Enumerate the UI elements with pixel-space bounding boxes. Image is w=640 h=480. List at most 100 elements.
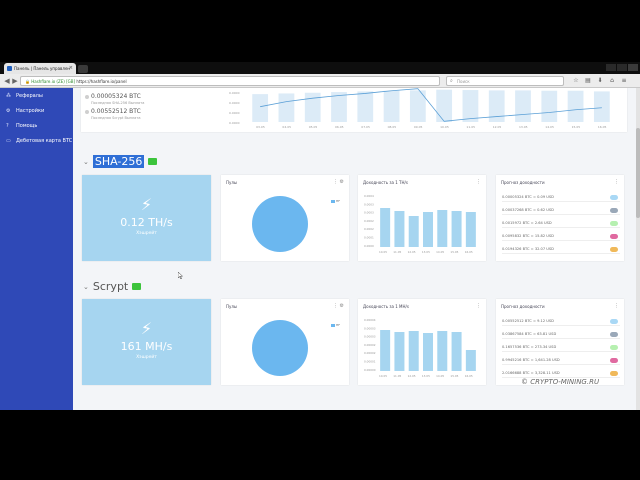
panel-menu-icon[interactable]: ⋮ [476,303,481,309]
panel-title: Прогноз доходности [501,304,545,309]
pool-pie-chart [252,196,308,252]
period-badge [610,233,618,239]
sidebar-item-label: Рефералы [16,93,43,99]
scrollbar-thumb[interactable] [636,128,640,218]
pool-pie-chart [252,320,308,376]
section-title-scrypt[interactable]: ⌄ Scrypt [83,280,142,293]
payout-bar [331,92,347,122]
x-tick-label: 15.05 [450,374,458,378]
back-icon[interactable]: ◀ [3,77,11,85]
reading-list-icon[interactable]: ▤ [584,77,592,85]
sidebar-item-referrals[interactable]: ⁂ Рефералы [0,89,73,103]
minimize-button[interactable] [606,64,616,71]
period-badge [610,194,618,200]
y-tick-label: 0.0000 [229,91,240,95]
x-tick-label: 14.05 [436,374,444,378]
period-badge [610,344,618,350]
section-title-sha256[interactable]: ⌄ SHA-256 [83,155,158,168]
hashrate-value: 161 MH/s [120,340,173,353]
forecast-card-scrypt: Прогноз доходности ⋮ 0.00552512 BTC = 9.… [496,299,624,385]
forward-icon[interactable]: ▶ [11,77,19,85]
download-icon[interactable]: ⬇ [596,77,604,85]
panel-menu-icon[interactable]: ⋮ [614,179,619,185]
browser-tab[interactable]: Панель | Панель управлен × [4,63,76,74]
x-tick-label: 11.05 [466,125,475,129]
lock-icon: 🔒 [25,79,30,84]
profit-bar [423,333,433,371]
balance-sha256: 0.00005324 BTC Последняя SHA-256 Выплата [85,93,144,105]
period-badge [610,246,618,252]
legend-label: HF [336,323,340,327]
x-tick-label: 14.05 [436,250,444,254]
panel-title: Пулы [226,304,238,309]
profit-bar [408,331,419,371]
panel-menu-icon[interactable]: ⋮ [476,179,481,185]
bolt-icon: ⚡ [140,195,153,214]
cart-icon[interactable] [132,283,142,290]
x-tick-label: 06.05 [335,125,344,129]
maximize-button[interactable] [617,64,627,71]
x-tick-label: 12.05 [493,125,502,129]
profit-bar-chart: 0.00004 0.00003 0.00003 0.00002 0.00002 0.000… [364,318,476,378]
new-tab-button[interactable] [78,65,88,73]
y-tick-label: 0.0000 [229,111,240,115]
balance-label: Последняя Scrypt Выплата [91,116,141,120]
x-tick-label: 13.05 [422,374,430,378]
x-tick-label: 08.05 [388,125,397,129]
page-viewport: ⁂ Рефералы ⚙ Настройки ? Помощь ▭ Дебето… [0,88,640,410]
card-icon: ▭ [6,138,11,144]
address-bar[interactable]: 🔒 Hashflare.io (ZE) [GB] https://hashfla… [20,76,440,86]
payout-bar [357,91,374,122]
menu-icon[interactable]: ≡ [620,77,628,85]
balance-value: 0.00005324 BTC [91,93,141,100]
hashrate-value: 0.12 TH/s [120,216,173,229]
y-tick-label: 0.00003 [364,335,376,339]
forecast-text: 0.1657536 BTC = 273.34 USD [502,345,557,349]
cart-icon[interactable] [148,158,158,165]
forecast-text: 0.9945216 BTC = 1,641.28 USD [502,358,560,362]
payout-chart: 0.0000 0.0000 0.0000 0.0000 03.05 04.05 05.05 0… [229,88,610,129]
hashrate-label: Хэшрейт [136,231,157,236]
y-tick-label: 0.00004 [364,318,376,322]
sidebar-item-debit-card[interactable]: ▭ Дебетовая карта BTC [0,134,73,148]
profit-card-sha256: Доходность за 1 TH/s ⋮ 0.0004 0.0003 0.000… [358,175,486,261]
profit-bar [394,211,405,247]
period-badge [610,370,618,376]
forecast-row: 0.0194326 BTC = 32.07 USD [502,244,620,254]
panel-menu-icon[interactable]: ⋮ ⚙ [333,303,344,309]
y-tick-label: 0.0004 [364,194,374,198]
hashrate-card-sha256: ⚡ 0.12 TH/s Хэшрейт [82,175,211,261]
payout-bar [593,91,610,122]
panel-menu-icon[interactable]: ⋮ ⚙ [333,179,344,185]
payout-bar [567,90,584,122]
profit-bar [423,212,433,247]
gear-icon: ⚙ [6,108,11,114]
panel-menu-icon[interactable]: ⋮ [614,303,619,309]
close-tab-icon[interactable]: × [69,65,73,71]
x-tick-label: 12.05 [408,250,416,254]
x-tick-label: 03.05 [256,125,265,129]
sidebar-item-label: Помощь [16,123,38,129]
profit-bar [437,210,448,247]
forecast-row: 0.9945216 BTC = 1,641.28 USD [502,355,620,365]
close-window-button[interactable] [628,64,638,71]
forecast-row: 0.00005324 BTC = 0.09 USD [502,192,620,202]
balance-scrypt: 0.00552512 BTC Последняя Scrypt Выплата [85,108,141,120]
x-tick-label: 14.05 [545,125,554,129]
pool-legend: HF [331,199,340,203]
x-tick-label: 11.05 [393,374,401,378]
browser-tabbar: Панель | Панель управлен × [0,62,640,74]
forecast-text: 0.0095832 BTC = 15.82 USD [502,234,554,238]
period-badge [610,207,618,213]
profit-bar [380,330,391,371]
star-icon[interactable]: ☆ [572,77,580,85]
search-input[interactable]: ⌕ Поиск [446,76,564,86]
sidebar-item-settings[interactable]: ⚙ Настройки [0,104,73,118]
panel-title: Прогноз доходности [501,180,545,185]
sidebar-item-help[interactable]: ? Помощь [0,119,73,133]
period-badge [610,357,618,363]
home-icon[interactable]: ⌂ [608,77,616,85]
forecast-row: 0.00037268 BTC = 0.62 USD [502,205,620,215]
y-tick-label: 0.0001 [364,236,374,240]
main-content: 0.00005324 BTC Последняя SHA-256 Выплата… [73,88,636,410]
